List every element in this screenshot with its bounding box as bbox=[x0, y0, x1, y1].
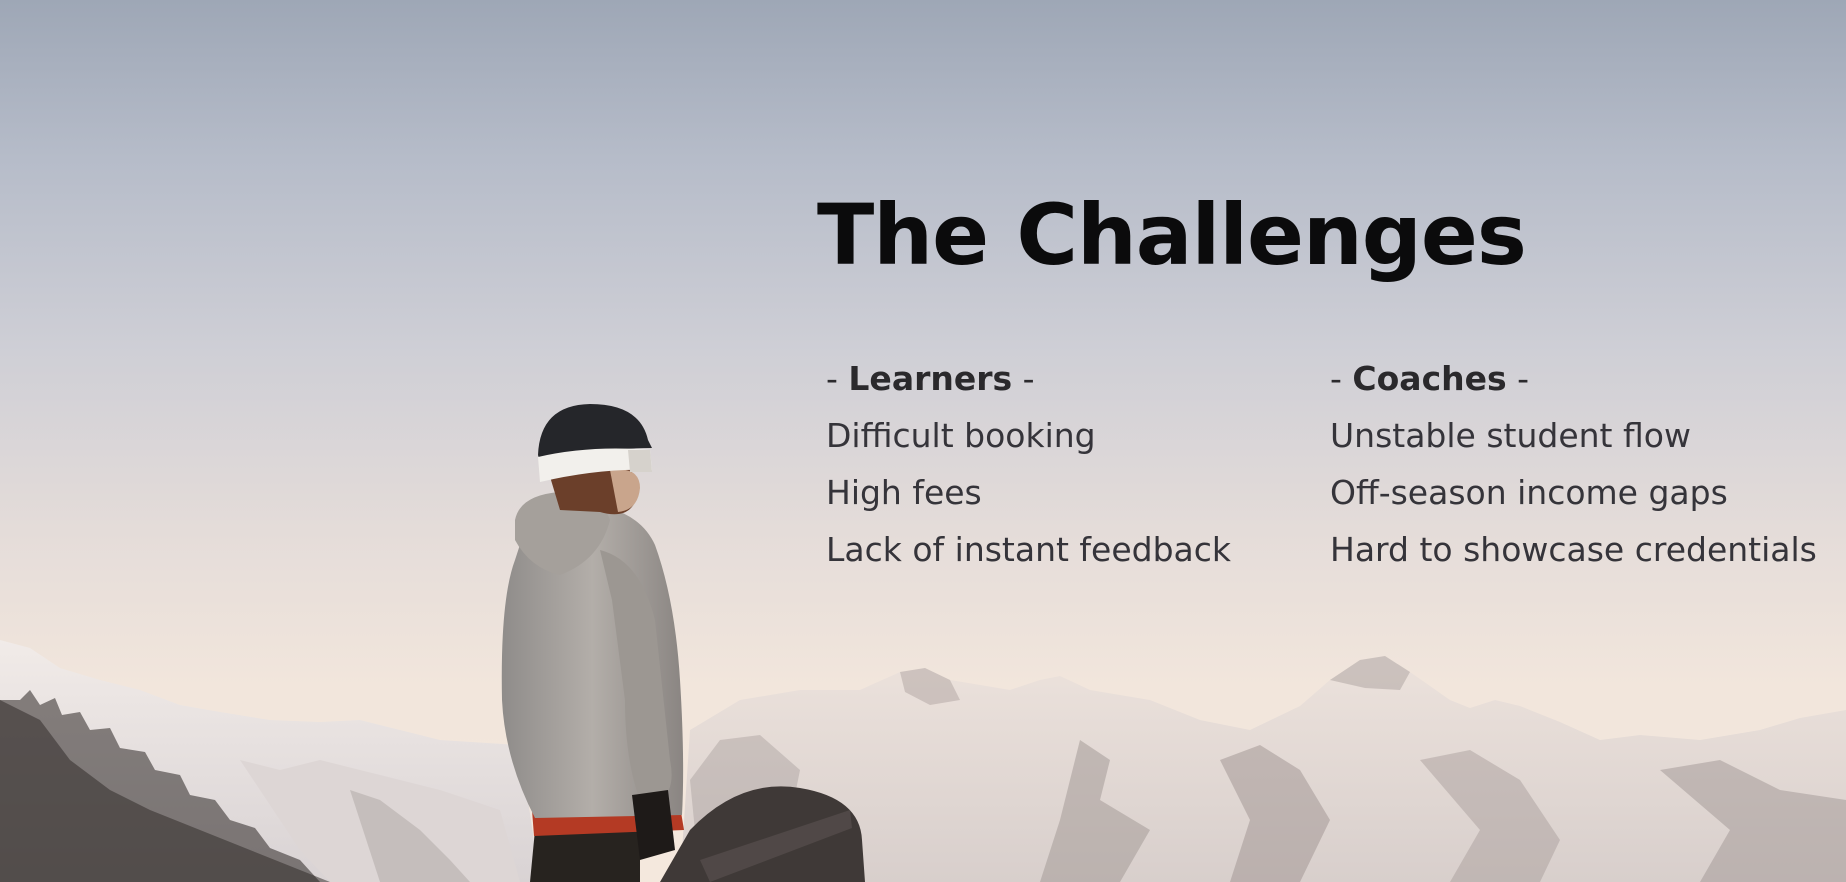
heading-suffix: - bbox=[1506, 359, 1530, 398]
slide-title: The Challenges bbox=[817, 186, 1527, 284]
mountain-left bbox=[0, 640, 540, 882]
coaches-column: - Coaches - Unstable student flow Off-se… bbox=[1330, 350, 1817, 578]
snowboarder-figure bbox=[501, 404, 865, 882]
heading-suffix: - bbox=[1012, 359, 1035, 398]
list-item: High fees bbox=[826, 473, 982, 512]
heading-prefix: - bbox=[1330, 359, 1353, 398]
learners-heading: - Learners - bbox=[826, 350, 1231, 407]
list-item: Lack of instant feedback bbox=[826, 530, 1232, 569]
heading-prefix: - bbox=[826, 359, 849, 398]
list-item: Hard to showcase credentials bbox=[1330, 530, 1817, 569]
heading-label: Coaches bbox=[1352, 359, 1507, 398]
list-item: Unstable student flow bbox=[1330, 416, 1691, 455]
coaches-heading: - Coaches - bbox=[1330, 350, 1817, 407]
slide: The Challenges - Learners - Difficult bo… bbox=[0, 0, 1846, 882]
list-item: Difficult booking bbox=[826, 416, 1096, 455]
learners-column: - Learners - Difficult booking High fees… bbox=[826, 350, 1231, 578]
list-item: Off-season income gaps bbox=[1330, 473, 1728, 512]
heading-label: Learners bbox=[848, 359, 1013, 398]
